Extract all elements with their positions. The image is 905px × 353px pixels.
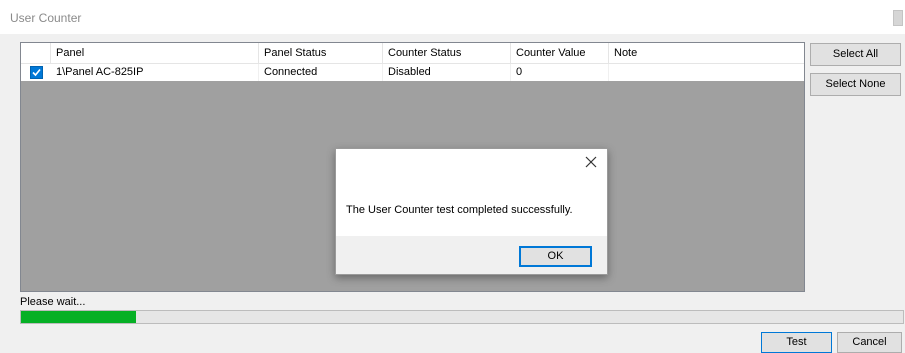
checkmark-icon	[32, 68, 41, 77]
cell-counter-status: Disabled	[383, 64, 511, 81]
close-icon[interactable]	[584, 155, 598, 169]
select-all-button[interactable]: Select All	[810, 43, 901, 66]
ok-button[interactable]: OK	[519, 246, 592, 267]
select-none-button[interactable]: Select None	[810, 73, 901, 96]
cell-note	[609, 64, 804, 81]
column-header-counter-status[interactable]: Counter Status	[383, 43, 511, 63]
cancel-button[interactable]: Cancel	[837, 332, 902, 353]
row-checkbox[interactable]	[30, 66, 43, 79]
column-header-panel-status[interactable]: Panel Status	[259, 43, 383, 63]
cell-counter-value: 0	[511, 64, 609, 81]
title-bar: User Counter	[0, 0, 905, 34]
progress-bar	[20, 310, 904, 324]
test-button[interactable]: Test	[761, 332, 832, 353]
progress-fill	[21, 311, 136, 323]
window-title: User Counter	[10, 11, 82, 25]
message-dialog: The User Counter test completed successf…	[335, 148, 608, 275]
close-icon[interactable]	[893, 10, 903, 26]
cell-panel-status: Connected	[259, 64, 383, 81]
column-header-panel[interactable]: Panel	[51, 43, 259, 63]
column-header-note[interactable]: Note	[609, 43, 804, 63]
column-header-counter-value[interactable]: Counter Value	[511, 43, 609, 63]
user-counter-window: User Counter Panel Panel Status Counter …	[0, 0, 905, 353]
column-header-check[interactable]	[21, 43, 51, 63]
dialog-footer: OK	[336, 236, 607, 274]
table-row[interactable]: 1\Panel AC-825IP Connected Disabled 0	[21, 64, 804, 81]
list-header: Panel Panel Status Counter Status Counte…	[21, 43, 804, 64]
status-text: Please wait...	[20, 296, 86, 308]
cell-panel: 1\Panel AC-825IP	[51, 64, 259, 81]
dialog-message: The User Counter test completed successf…	[346, 204, 573, 216]
